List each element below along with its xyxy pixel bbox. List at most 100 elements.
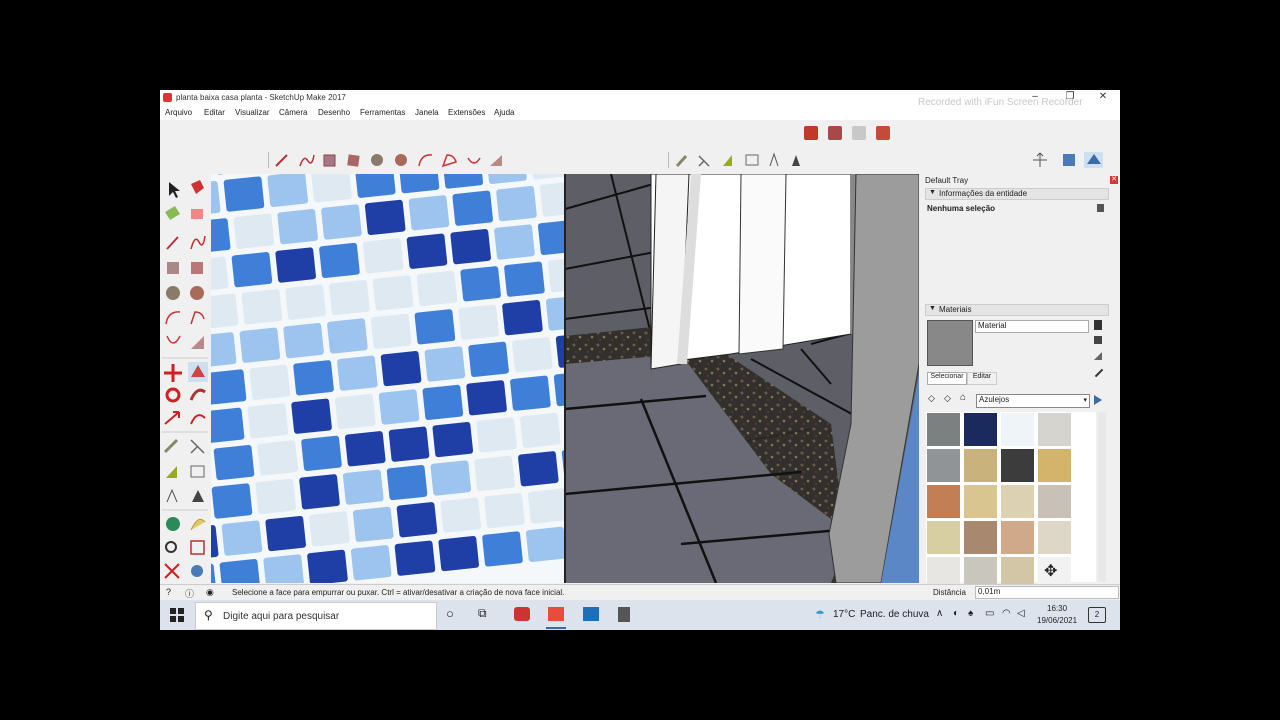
rectangle-tool-icon[interactable] (167, 262, 179, 274)
swatch-scrollbar[interactable] (1098, 412, 1106, 582)
material-swatch[interactable] (927, 485, 960, 518)
axes-tool-icon[interactable] (769, 152, 779, 167)
speaker-icon[interactable]: ◁ (1017, 608, 1025, 619)
tab-editar[interactable]: Editar (967, 372, 997, 385)
follow-me-icon[interactable] (189, 388, 206, 401)
material-swatch[interactable] (1001, 413, 1034, 446)
weather-text[interactable]: Panc. de chuva (860, 609, 929, 620)
3d-text-icon[interactable] (192, 490, 204, 502)
pan-tool-icon[interactable] (190, 518, 206, 531)
menu-ajuda[interactable]: Ajuda (494, 108, 514, 117)
menu-visualizar[interactable]: Visualizar (235, 108, 270, 117)
standard-views-icon[interactable] (1063, 154, 1075, 166)
pie-tool-icon[interactable] (191, 336, 204, 349)
arc-tool-icon[interactable] (418, 154, 433, 167)
zoom-tool-icon[interactable] (165, 541, 177, 553)
minimize-button[interactable]: – (1028, 91, 1042, 102)
line-tool-icon[interactable] (166, 236, 179, 250)
circle-tool-icon[interactable] (166, 286, 180, 300)
share-component-icon[interactable] (852, 126, 866, 140)
scale-tool-icon[interactable] (164, 411, 180, 425)
default-material-icon[interactable] (1094, 336, 1102, 344)
material-swatch[interactable] (1038, 521, 1071, 554)
material-swatch[interactable] (927, 449, 960, 482)
menu-arquivo[interactable]: Arquivo (165, 108, 192, 117)
share-model-icon[interactable] (828, 126, 842, 140)
chevron-up-icon[interactable]: ∧ (936, 608, 943, 619)
close-button[interactable]: ✕ (1096, 91, 1110, 102)
text-tool-icon[interactable] (745, 154, 759, 166)
tape-measure-icon[interactable] (675, 154, 688, 168)
pie-tool-icon[interactable] (490, 155, 502, 166)
material-name-field[interactable]: Material (975, 320, 1089, 333)
notification-center-icon[interactable]: 2 (1088, 607, 1106, 623)
orbit-view-icon[interactable] (1033, 152, 1047, 167)
rotated-rectangle-icon[interactable] (347, 154, 360, 167)
entity-info-header[interactable]: ▼ Informações da entidade (925, 188, 1109, 200)
freehand-tool-icon[interactable] (299, 154, 315, 167)
menu-janela[interactable]: Janela (415, 108, 439, 117)
3d-text-icon[interactable] (792, 155, 800, 166)
material-swatch[interactable] (964, 413, 997, 446)
two-point-arc-icon[interactable] (441, 154, 457, 168)
menu-extensoes[interactable]: Extensões (448, 108, 485, 117)
sample-paint-icon[interactable] (1094, 352, 1102, 360)
two-point-arc-icon[interactable] (190, 311, 205, 325)
previous-view-icon[interactable] (191, 565, 203, 577)
menu-camera[interactable]: Câmera (279, 108, 307, 117)
menu-ferramentas[interactable]: Ferramentas (360, 108, 405, 117)
measurement-field[interactable]: 0,01m (975, 586, 1119, 599)
axes-tool-icon[interactable] (166, 488, 178, 503)
polygon-tool-icon[interactable] (395, 154, 407, 166)
three-point-arc-icon[interactable] (467, 157, 481, 164)
material-swatch[interactable] (1038, 485, 1071, 518)
rotate-tool-icon[interactable] (165, 387, 181, 403)
text-tool-icon[interactable] (190, 465, 205, 478)
zoom-extents-icon[interactable] (164, 563, 180, 579)
help-icon[interactable]: ? (166, 587, 171, 597)
model-viewport[interactable] (211, 174, 919, 583)
material-swatch[interactable] (964, 485, 997, 518)
circle-tool-icon[interactable] (371, 154, 383, 166)
tab-selecionar[interactable]: Selecionar (927, 372, 967, 385)
tray-app-icon[interactable]: ◐ (953, 608, 959, 619)
sketchup-taskbar-icon[interactable] (548, 607, 564, 621)
clock-time[interactable]: 16:30 (1047, 604, 1067, 613)
3d-warehouse-icon[interactable] (804, 126, 818, 140)
weather-temp[interactable]: 17°C (833, 609, 855, 620)
material-swatch[interactable] (1001, 485, 1034, 518)
app-taskbar-icon[interactable] (583, 607, 599, 621)
materials-header[interactable]: ▼ Materiais (925, 304, 1109, 316)
back-arrow-icon[interactable]: ◇ (928, 393, 935, 404)
extension-warehouse-icon[interactable] (876, 126, 890, 140)
rectangle-tool-icon[interactable] (323, 154, 336, 167)
arc-tool-icon[interactable] (165, 311, 181, 325)
select-tool-icon[interactable] (169, 182, 180, 198)
dimension-tool-icon[interactable] (698, 155, 710, 167)
offset-tool-icon[interactable] (190, 414, 206, 425)
protractor-icon[interactable] (166, 466, 177, 478)
freehand-tool-icon[interactable] (190, 235, 206, 250)
move-tool-icon[interactable] (164, 364, 182, 382)
material-swatch[interactable] (927, 521, 960, 554)
forward-arrow-icon[interactable]: ◇ (944, 393, 951, 404)
taskbar-search-box[interactable]: ⚲ Digite aqui para pesquisar (195, 602, 437, 630)
material-swatch[interactable] (964, 521, 997, 554)
material-swatch[interactable] (1001, 521, 1034, 554)
microphone-icon[interactable]: ♠ (968, 608, 973, 619)
eraser-icon[interactable] (191, 209, 203, 219)
three-point-arc-icon[interactable] (166, 335, 181, 344)
menu-editar[interactable]: Editar (204, 108, 225, 117)
eyedropper-icon[interactable] (1094, 368, 1104, 378)
clock-date[interactable]: 19/06/2021 (1037, 616, 1077, 625)
create-material-icon[interactable] (1094, 320, 1102, 330)
calculator-icon[interactable] (618, 607, 630, 622)
zoom-window-icon[interactable] (190, 540, 205, 555)
dimension-tool-icon[interactable] (190, 439, 205, 454)
material-swatch[interactable] (964, 449, 997, 482)
maximize-button[interactable]: ❐ (1063, 91, 1077, 102)
orbit-tool-icon[interactable] (166, 517, 180, 531)
user-icon[interactable]: ◉ (206, 587, 214, 598)
battery-icon[interactable]: ▭ (985, 608, 994, 619)
tape-measure-icon[interactable] (163, 438, 179, 454)
